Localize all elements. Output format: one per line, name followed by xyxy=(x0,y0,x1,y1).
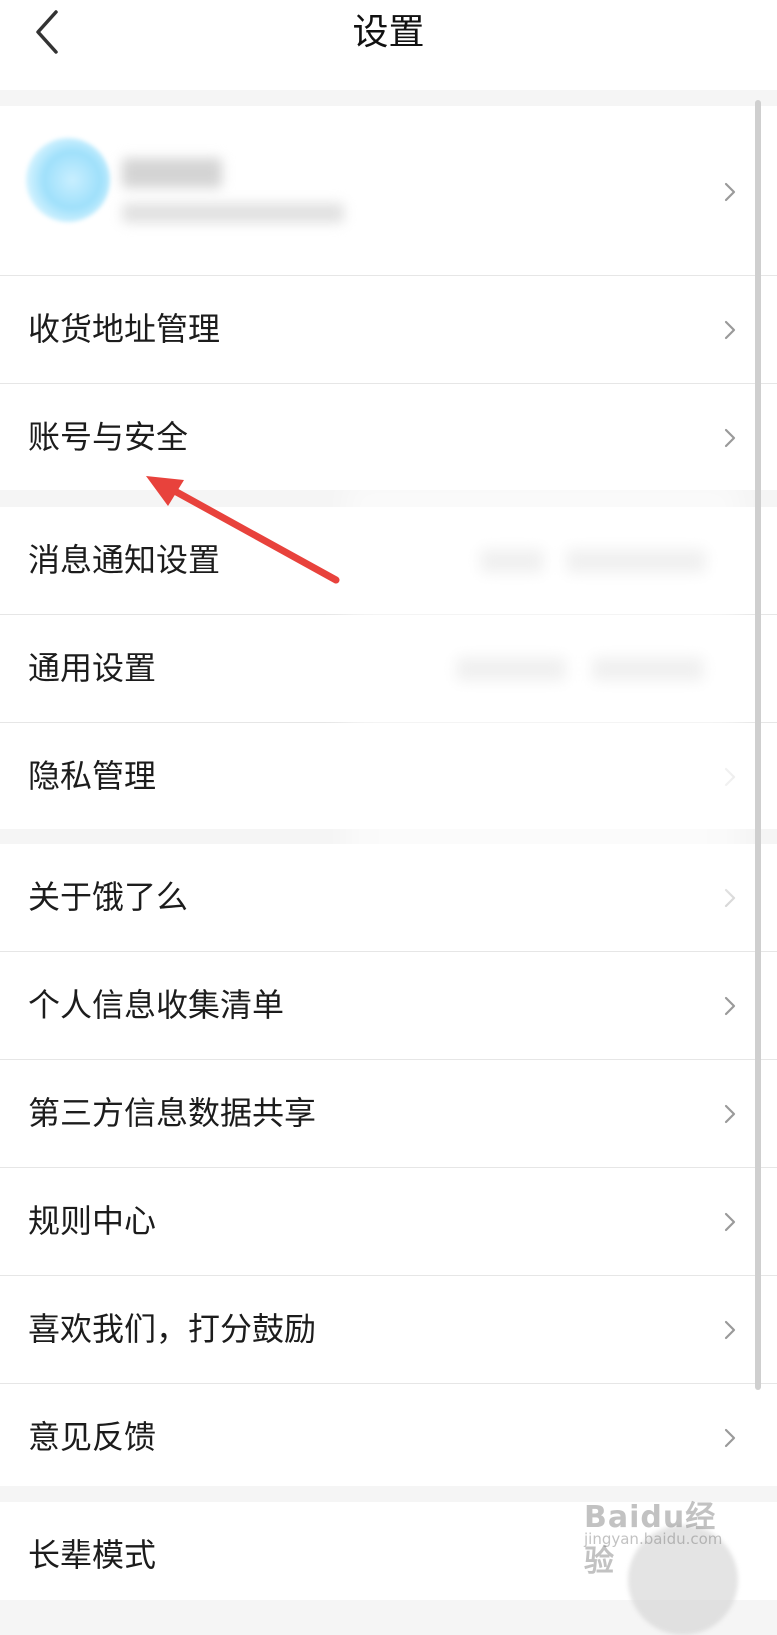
settings-group-account: 收货地址管理 账号与安全 xyxy=(0,106,777,490)
chevron-right-icon xyxy=(724,1104,736,1123)
settings-group-general: 消息通知设置 通用设置 隐私管理 xyxy=(0,507,777,829)
chevron-right-icon xyxy=(724,996,736,1015)
row-about[interactable]: 关于饿了么 xyxy=(0,844,777,952)
row-label: 个人信息收集清单 xyxy=(28,986,285,1024)
row-label: 隐私管理 xyxy=(28,757,157,795)
top-bar: 设置 xyxy=(0,0,777,90)
row-label: 规则中心 xyxy=(28,1202,157,1240)
page-title: 设置 xyxy=(352,12,425,53)
chevron-right-icon xyxy=(724,767,736,786)
row-label: 喜欢我们，打分鼓励 xyxy=(28,1310,317,1348)
row-label: 关于饿了么 xyxy=(28,878,189,916)
row-account-security[interactable]: 账号与安全 xyxy=(0,384,777,491)
row-value-blurred xyxy=(456,656,566,681)
profile-name-blurred xyxy=(122,158,222,188)
row-value-blurred xyxy=(592,656,704,681)
chevron-right-icon xyxy=(724,320,736,339)
row-personal-info-list[interactable]: 个人信息收集清单 xyxy=(0,952,777,1060)
row-value-blurred xyxy=(566,548,706,573)
row-notifications[interactable]: 消息通知设置 xyxy=(0,507,777,615)
row-feedback[interactable]: 意见反馈 xyxy=(0,1384,777,1491)
chevron-right-icon xyxy=(724,1428,736,1447)
row-address[interactable]: 收货地址管理 xyxy=(0,276,777,384)
row-label: 账号与安全 xyxy=(28,418,189,456)
row-rate-us[interactable]: 喜欢我们，打分鼓励 xyxy=(0,1276,777,1384)
row-value-blurred xyxy=(480,548,544,573)
row-rules-center[interactable]: 规则中心 xyxy=(0,1168,777,1276)
profile-phone-blurred xyxy=(122,203,344,223)
chevron-right-icon xyxy=(724,182,736,202)
avatar xyxy=(26,138,110,222)
chevron-right-icon xyxy=(724,428,736,447)
row-label: 意见反馈 xyxy=(28,1418,157,1456)
profile-row[interactable] xyxy=(0,106,777,276)
chevron-right-icon xyxy=(724,1212,736,1231)
row-general-settings[interactable]: 通用设置 xyxy=(0,615,777,723)
toggle-thumb-blurred xyxy=(628,1525,738,1635)
row-label: 通用设置 xyxy=(28,649,157,687)
row-label: 消息通知设置 xyxy=(28,541,221,579)
scrollbar[interactable] xyxy=(755,100,761,1390)
row-label: 长辈模式 xyxy=(28,1536,157,1574)
row-privacy[interactable]: 隐私管理 xyxy=(0,723,777,830)
chevron-right-icon xyxy=(724,888,736,907)
chevron-right-icon xyxy=(724,1320,736,1339)
settings-group-about: 关于饿了么 个人信息收集清单 第三方信息数据共享 规则中心 喜欢我们，打分鼓励 … xyxy=(0,844,777,1486)
row-third-party-sharing[interactable]: 第三方信息数据共享 xyxy=(0,1060,777,1168)
row-label: 收货地址管理 xyxy=(28,310,221,348)
row-label: 第三方信息数据共享 xyxy=(28,1094,317,1132)
